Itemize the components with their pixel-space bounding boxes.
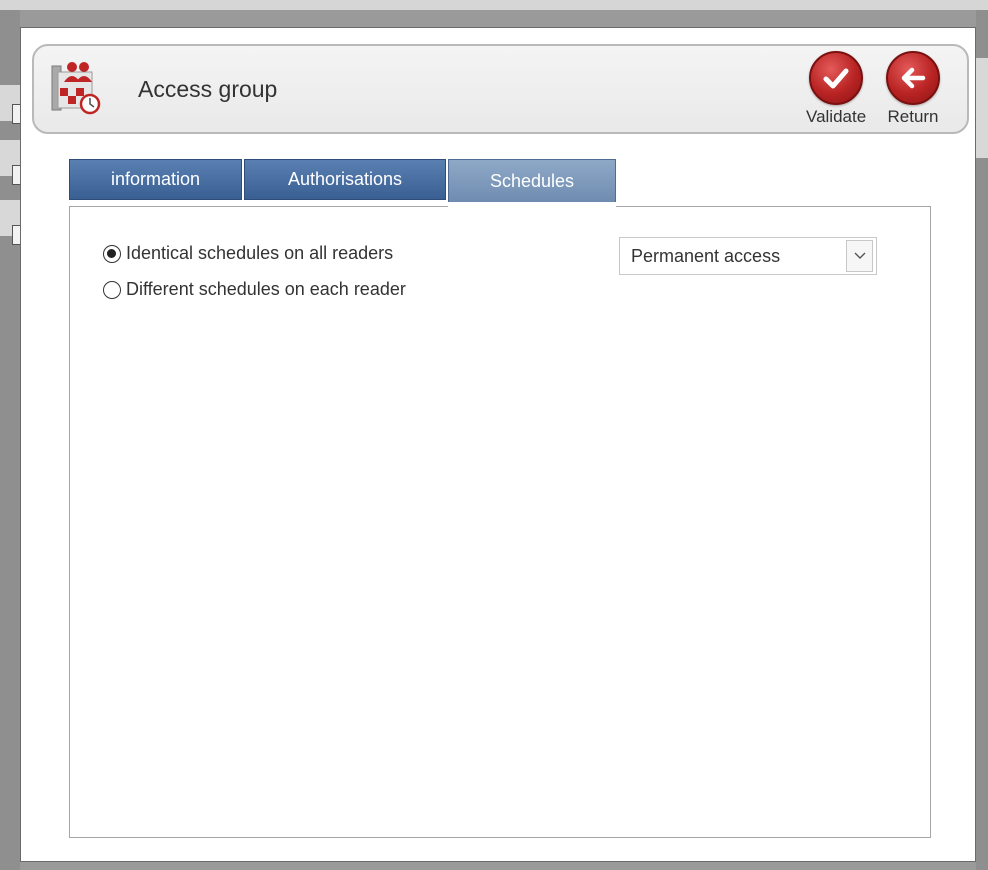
return-button[interactable]: Return [886,51,940,127]
background-checkbox [12,165,20,185]
tab-authorisations[interactable]: Authorisations [244,159,446,200]
schedule-select[interactable]: Permanent access [619,237,877,275]
check-icon [809,51,864,105]
background-checkbox [12,225,20,245]
background-app-left [0,10,20,870]
return-label: Return [887,107,939,126]
dialog-title: Access group [138,76,278,102]
arrow-left-icon [886,51,940,105]
background-app-right [976,10,988,870]
access-group-dialog: Access group Validate Return information… [20,27,976,862]
dialog-header: Access group Validate Return [32,44,969,134]
access-group-icon [48,58,104,116]
schedule-select-value: Permanent access [631,245,781,266]
identical-schedules-label: Identical schedules on all readers [126,243,394,263]
tab-schedules[interactable]: Schedules [448,159,616,202]
chevron-down-icon[interactable] [846,240,873,272]
schedules-panel: Identical schedules on all readers Diffe… [69,206,931,838]
background-app-bar [0,0,988,10]
different-schedules-option[interactable]: Different schedules on each reader [103,279,406,300]
identical-schedules-option[interactable]: Identical schedules on all readers [103,243,393,264]
tab-information[interactable]: information [69,159,242,200]
radio-button-checked[interactable] [103,244,121,263]
radio-button[interactable] [103,280,121,299]
validate-label: Validate [806,107,867,126]
different-schedules-label: Different schedules on each reader [126,279,406,299]
background-checkbox [12,104,20,124]
background-strip [976,58,988,158]
validate-button[interactable]: Validate [806,51,866,127]
active-tab-connector [448,205,616,208]
